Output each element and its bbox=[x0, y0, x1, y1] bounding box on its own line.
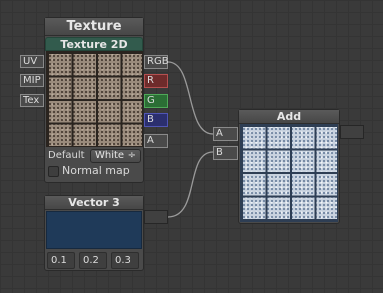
wire-vector-to-b bbox=[167, 151, 214, 218]
output-port-rgb[interactable]: RGB bbox=[144, 55, 169, 69]
vector3-output-port[interactable] bbox=[144, 210, 168, 224]
normal-map-label[interactable]: Normal map bbox=[62, 164, 130, 178]
vector3-color-swatch bbox=[46, 211, 142, 249]
dropdown-arrow-icon: ÷ bbox=[127, 150, 136, 161]
texture-mode-value: White bbox=[95, 150, 125, 161]
add-output-port[interactable] bbox=[340, 125, 364, 139]
vector3-y-field[interactable]: 0.2 bbox=[79, 252, 107, 269]
add-input-port-b[interactable]: B bbox=[213, 146, 238, 160]
output-port-r[interactable]: R bbox=[144, 74, 168, 88]
output-port-b[interactable]: B bbox=[144, 113, 168, 127]
add-input-port-a[interactable]: A bbox=[213, 127, 238, 141]
input-port-tex[interactable]: Tex bbox=[20, 94, 44, 107]
normal-map-checkbox[interactable] bbox=[48, 166, 59, 177]
wire-rgb-to-a bbox=[167, 61, 214, 135]
add-preview[interactable] bbox=[240, 124, 338, 222]
output-port-a[interactable]: A bbox=[144, 134, 168, 148]
output-port-g[interactable]: G bbox=[144, 94, 168, 108]
texture-preview[interactable] bbox=[46, 51, 143, 147]
texture-mode-dropdown[interactable]: White ÷ bbox=[90, 149, 141, 163]
vector3-x-field[interactable]: 0.1 bbox=[47, 252, 75, 269]
texture-type-header: Texture 2D bbox=[45, 37, 143, 51]
input-port-uv[interactable]: UV bbox=[20, 55, 44, 68]
vector3-node-title[interactable]: Vector 3 bbox=[45, 196, 143, 210]
add-node-title[interactable]: Add bbox=[239, 110, 339, 124]
texture-node-title[interactable]: Texture bbox=[45, 18, 143, 36]
input-port-mip[interactable]: MIP bbox=[20, 74, 44, 87]
texture-mode-label: Default bbox=[48, 150, 85, 161]
vector3-z-field[interactable]: 0.3 bbox=[111, 252, 139, 269]
